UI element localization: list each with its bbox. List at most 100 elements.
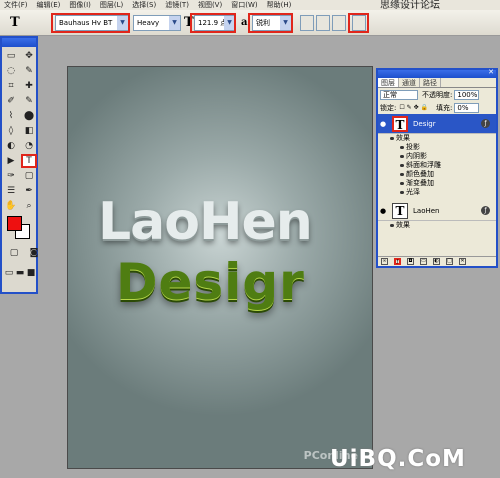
new-group-icon[interactable]: ▭	[420, 258, 427, 265]
menu-file[interactable]: 文件(F)	[4, 0, 28, 10]
type-tool-icon[interactable]: T	[10, 16, 20, 30]
add-mask-icon[interactable]: ◘	[407, 258, 414, 265]
trash-icon[interactable]: ✕	[459, 258, 466, 265]
effect-gradient-overlay[interactable]: 渐变叠加	[378, 179, 496, 188]
eye-icon[interactable]	[400, 164, 404, 167]
lock-row: 锁定: ☐ ✎ ✥ 🔒 填充: 0%	[378, 101, 496, 114]
eye-icon[interactable]	[400, 155, 404, 158]
options-bar: T Bauhaus Hv BT ▼ Heavy ▼ T 121.9 点 ▼ a …	[0, 10, 500, 36]
eye-icon[interactable]	[400, 191, 404, 194]
foreground-color-swatch[interactable]	[7, 216, 22, 231]
mask-mode-buttons: ▢ ◙	[6, 246, 42, 260]
menu-help[interactable]: 帮助(H)	[267, 0, 292, 10]
effects-label: 效果	[396, 221, 410, 229]
eye-icon[interactable]	[400, 182, 404, 185]
font-family-highlight	[51, 13, 130, 33]
lock-icons[interactable]: ☐ ✎ ✥ 🔒	[399, 104, 428, 111]
eye-icon[interactable]: ●	[378, 120, 388, 128]
quickmask-mode-icon[interactable]: ◙	[26, 246, 42, 260]
link-icon[interactable]: ∞	[381, 258, 388, 265]
screen-mode-full-icon[interactable]: ■	[26, 266, 36, 280]
text-desigr: Desigr	[116, 253, 305, 311]
layer-row-laohen[interactable]: ● T LaoHen ƒ	[378, 201, 496, 221]
document-canvas[interactable]: LaoHen Desigr PConline	[67, 66, 373, 469]
slice-tool-icon[interactable]: ✚	[21, 79, 37, 93]
align-left-button[interactable]	[300, 15, 314, 31]
screen-mode-full-menu-icon[interactable]: ▬	[15, 266, 25, 280]
toolbox-title-bar[interactable]	[2, 38, 36, 47]
dodge-tool-icon[interactable]: ◔	[21, 139, 37, 153]
brush-tool-icon[interactable]: ✎	[21, 94, 37, 108]
move-tool-icon[interactable]: ✥	[21, 49, 37, 63]
font-size-highlight	[190, 13, 236, 33]
layers-panel-title-bar[interactable]: ✕	[378, 68, 496, 78]
tab-paths[interactable]: 路径	[420, 78, 441, 87]
eye-icon[interactable]: ●	[378, 207, 388, 215]
notes-tool-icon[interactable]: ☰	[3, 184, 19, 198]
healing-brush-tool-icon[interactable]: ✐	[3, 94, 19, 108]
effect-inner-shadow[interactable]: 内阴影	[378, 152, 496, 161]
effects-header[interactable]: 效果	[378, 221, 496, 230]
close-icon[interactable]: ✕	[488, 68, 494, 76]
type-layer-thumbnail-icon: T	[392, 202, 408, 219]
effect-drop-shadow[interactable]: 投影	[378, 143, 496, 152]
align-right-button[interactable]	[332, 15, 346, 31]
screen-mode-buttons: ▭ ▬ ■	[4, 266, 36, 280]
menu-layer[interactable]: 图层(L)	[100, 0, 123, 10]
history-brush-tool-icon[interactable]: ⬤	[21, 109, 37, 123]
eye-icon[interactable]	[390, 137, 394, 140]
fill-label: 填充:	[436, 103, 453, 112]
magic-wand-tool-icon[interactable]: ✎	[21, 64, 37, 78]
blur-tool-icon[interactable]: ◐	[3, 139, 19, 153]
pen-tool-icon[interactable]: ✑	[3, 169, 19, 183]
gradient-tool-icon[interactable]: ◧	[21, 124, 37, 138]
align-center-button[interactable]	[316, 15, 330, 31]
marquee-tool-icon[interactable]: ▭	[3, 49, 19, 63]
standard-mode-icon[interactable]: ▢	[6, 246, 22, 260]
fx-icon[interactable]: ƒ	[481, 206, 490, 215]
type-tool-icon[interactable]: T	[21, 154, 37, 168]
menu-image[interactable]: 图像(I)	[69, 0, 91, 10]
eye-icon[interactable]	[400, 173, 404, 176]
effect-label: 光泽	[406, 188, 420, 196]
uibq-brand-watermark: UiBQ.CoM	[330, 446, 466, 472]
effects-header[interactable]: 效果	[378, 134, 496, 143]
screen-mode-standard-icon[interactable]: ▭	[4, 266, 14, 280]
effect-satin[interactable]: 光泽	[378, 188, 496, 197]
menu-window[interactable]: 窗口(W)	[231, 0, 257, 10]
new-layer-icon[interactable]: □	[446, 258, 453, 265]
layers-panel-footer: ∞ ƒ ◘ ▭ ◐ □ ✕	[378, 256, 496, 266]
antialias-icon: a	[241, 17, 248, 28]
menu-edit[interactable]: 编辑(E)	[37, 0, 61, 10]
shape-tool-icon[interactable]: ▢	[21, 169, 37, 183]
effect-color-overlay[interactable]: 颜色叠加	[378, 170, 496, 179]
menu-select[interactable]: 选择(S)	[132, 0, 156, 10]
effect-bevel-emboss[interactable]: 斜面和浮雕	[378, 161, 496, 170]
menu-view[interactable]: 视图(V)	[198, 0, 222, 10]
eraser-tool-icon[interactable]: ◊	[3, 124, 19, 138]
adjustment-layer-icon[interactable]: ◐	[433, 258, 440, 265]
eye-icon[interactable]	[390, 224, 394, 227]
eye-icon[interactable]	[400, 146, 404, 149]
hand-tool-icon[interactable]: ✋	[3, 199, 19, 213]
menu-filter[interactable]: 滤镜(T)	[165, 0, 189, 10]
zoom-tool-icon[interactable]: ⌕	[21, 199, 37, 213]
layer-name: LaoHen	[413, 206, 440, 215]
menu-bar: 文件(F) 编辑(E) 图像(I) 图层(L) 选择(S) 滤镜(T) 视图(V…	[0, 0, 500, 11]
crop-tool-icon[interactable]: ⌗	[3, 79, 19, 93]
lasso-tool-icon[interactable]: ◌	[3, 64, 19, 78]
path-selection-tool-icon[interactable]: ▶	[3, 154, 19, 168]
blend-mode-select[interactable]: 正常	[380, 89, 418, 100]
fx-icon[interactable]: ƒ	[481, 119, 490, 128]
tab-layers[interactable]: 图层	[378, 78, 399, 87]
opacity-input[interactable]: 100%	[454, 89, 480, 100]
tab-channels[interactable]: 通道	[399, 78, 420, 87]
layers-panel-tabs: 图层 通道 路径	[378, 78, 496, 88]
opacity-label: 不透明度:	[422, 90, 453, 99]
fill-input[interactable]: 0%	[454, 102, 480, 113]
eyedropper-tool-icon[interactable]: ✒	[21, 184, 37, 198]
add-style-icon[interactable]: ƒ	[394, 258, 401, 265]
font-style-select[interactable]: Heavy ▼	[133, 15, 181, 31]
layer-row-desigr[interactable]: ● T Desigr ƒ	[378, 114, 496, 134]
clone-stamp-tool-icon[interactable]: ⌇	[3, 109, 19, 123]
